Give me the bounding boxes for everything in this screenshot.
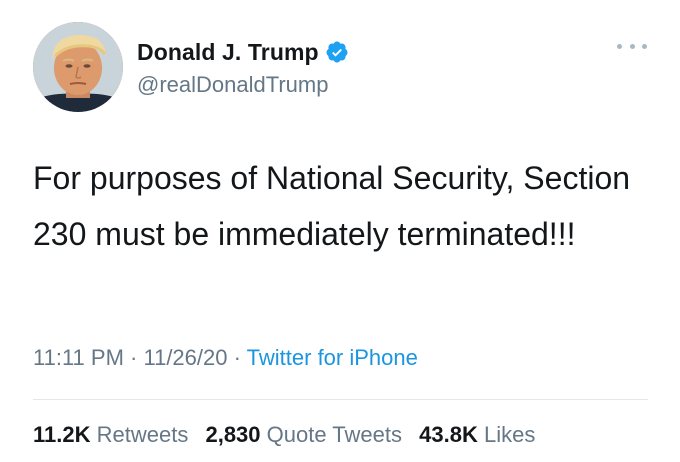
tweet-source-link[interactable]: Twitter for iPhone [247,345,418,370]
quote-tweets-count: 2,830 [205,422,261,447]
likes-stat[interactable]: 43.8K Likes [419,422,535,447]
more-dot [642,43,647,49]
author-handle[interactable]: @realDonaldTrump [137,72,328,98]
tweet-time[interactable]: 11:11 PM [33,345,124,370]
likes-label: Likes [483,422,536,447]
more-dot [617,43,622,49]
avatar[interactable] [33,22,123,112]
tweet-card: Donald J. Trump @realDonaldTrump For pur… [0,0,680,462]
avatar-image [33,22,123,112]
tweet-text: For purposes of National Security, Secti… [33,160,631,252]
likes-count: 43.8K [419,422,478,447]
tweet-stats: 11.2K Retweets 2,830 Quote Tweets 43.8K … [33,422,546,448]
verified-badge-icon [325,40,349,64]
retweets-stat[interactable]: 11.2K Retweets [33,422,194,447]
author-name-row: Donald J. Trump [137,37,349,67]
tweet-meta: 11:11 PM · 11/26/20 · Twitter for iPhone [33,345,418,371]
quote-tweets-stat[interactable]: 2,830 Quote Tweets [205,422,408,447]
more-options-icon[interactable] [617,38,647,54]
meta-separator: · [130,345,138,370]
quote-tweets-label: Quote Tweets [266,422,402,447]
retweets-count: 11.2K [33,422,91,447]
tweet-date[interactable]: 11/26/20 [143,345,227,370]
meta-separator: · [233,345,241,370]
retweets-label: Retweets [96,422,189,447]
more-dot [629,43,635,49]
divider [33,399,648,400]
display-name[interactable]: Donald J. Trump [137,39,319,66]
